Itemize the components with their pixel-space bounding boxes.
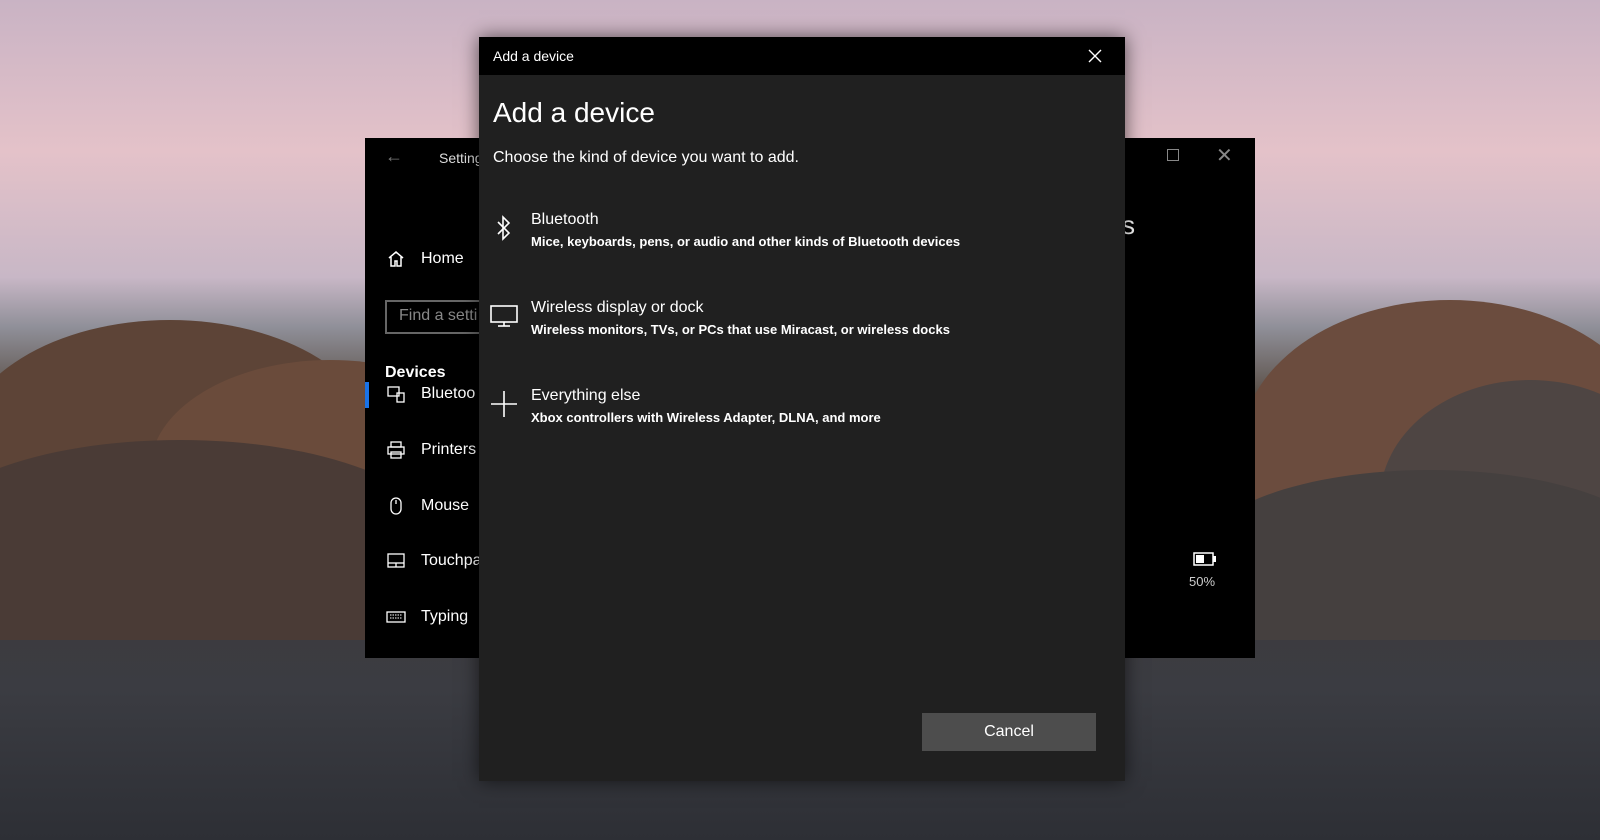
sidebar-item-touchpad[interactable]: Touchpa [385,546,482,576]
option-everything-else[interactable]: Everything else Xbox controllers with Wi… [479,381,1125,451]
battery-level: 50% [1189,574,1216,589]
option-title: Everything else [531,387,641,404]
bluetooth-devices-icon [385,383,407,405]
sidebar-item-label: Bluetoo [421,385,476,402]
option-description: Mice, keyboards, pens, or audio and othe… [531,234,961,249]
dialog-heading: Add a device [493,97,655,128]
maximize-icon[interactable] [1167,149,1179,161]
close-icon[interactable] [1084,45,1106,67]
printer-icon [385,439,407,461]
option-description: Wireless monitors, TVs, or PCs that use … [531,322,950,337]
back-arrow-icon[interactable]: ← [385,146,403,167]
option-title: Bluetooth [531,211,599,228]
dialog-window-title: Add a device [493,48,574,64]
dialog-subtitle: Choose the kind of device you want to ad… [493,149,799,166]
dialog-title-bar: Add a device [479,37,1125,75]
option-title: Wireless display or dock [531,299,704,316]
sidebar-item-label: Touchpa [421,552,482,569]
plus-icon [489,389,519,419]
home-icon [385,248,407,270]
mouse-icon [385,495,407,517]
option-bluetooth[interactable]: Bluetooth Mice, keyboards, pens, or audi… [479,205,1125,275]
option-wireless-display[interactable]: Wireless display or dock Wireless monito… [479,293,1125,363]
sidebar-item-mouse[interactable]: Mouse [385,491,469,521]
bluetooth-icon [489,213,519,243]
sidebar-item-label: Typing [421,608,469,625]
close-icon[interactable]: ✕ [1216,143,1233,168]
keyboard-icon [385,606,407,628]
cancel-button[interactable]: Cancel [922,713,1096,751]
desktop-wallpaper: ← Setting ✕ Home Find a setti Devices Bl… [0,0,1600,840]
settings-sidebar: Home Find a setti Devices [365,178,545,658]
add-device-dialog: Add a device Add a device Choose the kin… [479,37,1125,781]
option-description: Xbox controllers with Wireless Adapter, … [531,410,881,425]
sidebar-item-label: Mouse [421,497,470,514]
sidebar-item-bluetooth[interactable]: Bluetoo [385,379,475,409]
sidebar-item-printers[interactable]: Printers [385,435,476,465]
sidebar-item-home[interactable]: Home [385,244,464,274]
battery-icon [1193,552,1217,571]
settings-title: Setting [439,150,483,166]
sidebar-item-label: Printers [421,441,477,458]
sidebar-item-label: Home [421,250,464,267]
active-item-indicator [365,382,369,408]
touchpad-icon [385,550,407,572]
sidebar-item-typing[interactable]: Typing [385,602,468,632]
monitor-icon [489,301,519,331]
